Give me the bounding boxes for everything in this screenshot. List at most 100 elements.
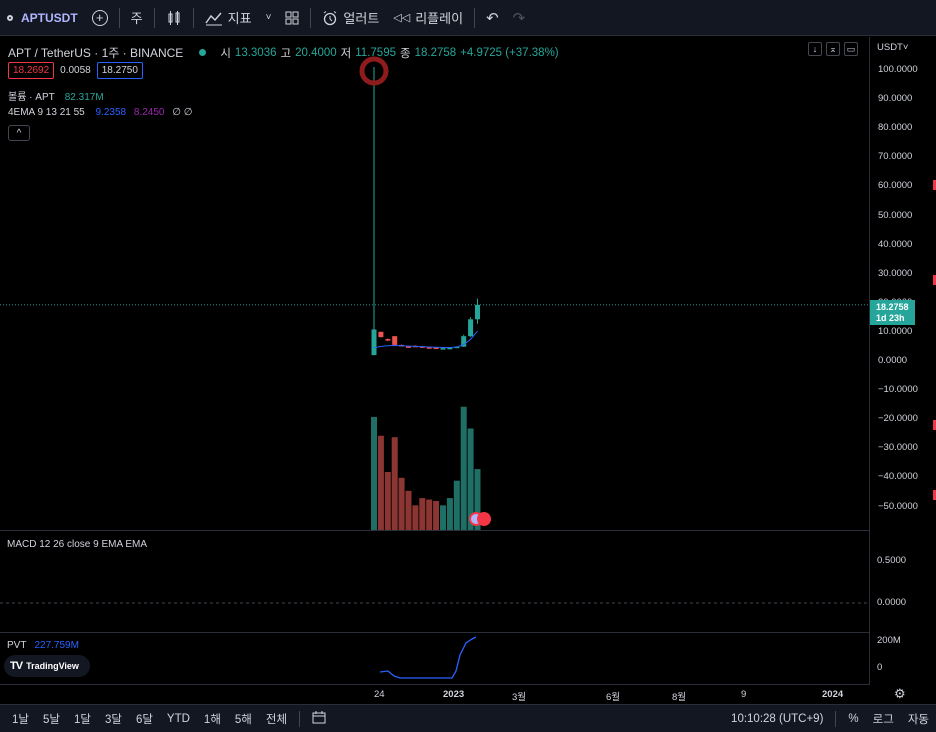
toolbar-divider <box>153 7 155 28</box>
price-axis-tick: 80.0000 <box>878 122 913 134</box>
pvt-plot <box>379 636 477 679</box>
calendar-icon <box>312 711 326 724</box>
indicators-label: 지표 <box>227 11 252 26</box>
log-scale-toggle[interactable]: 로그 <box>866 711 901 727</box>
legend-title: APT / TetherUS · 1주 · BINANCE <box>8 46 184 60</box>
candle-body <box>468 319 474 337</box>
range-all[interactable]: 전체 <box>259 711 294 727</box>
timezone-clock[interactable]: 10:10:28 (UTC+9) <box>724 713 830 725</box>
close-value: 18.2758 <box>414 46 457 59</box>
macd-axis-tick: 0.0000 <box>877 597 907 608</box>
collapse-pane-button[interactable]: ⌅ <box>826 42 840 56</box>
top-toolbar: APTUSDT + 주 지표 ˅ 얼러트 ◁◁ 리플레이 ↶ ↷ <box>0 0 936 36</box>
redo-button[interactable]: ↷ <box>506 0 533 36</box>
maximize-pane-button[interactable]: ▭ <box>844 42 858 56</box>
symbol-icon <box>7 14 13 21</box>
tradingview-logo[interactable]: TV TradingView <box>4 655 90 677</box>
bottombar-divider <box>299 710 301 727</box>
range-3m[interactable]: 3달 <box>98 711 129 727</box>
range-ytd[interactable]: YTD <box>160 713 197 725</box>
goto-date-button[interactable] <box>305 710 333 727</box>
symbol-legend: APT / TetherUS · 1주 · BINANCE 시 13.3036 고… <box>8 44 559 61</box>
layout-button[interactable] <box>278 0 306 36</box>
price-axis-tick: 40.0000 <box>878 238 913 250</box>
chart-type-button[interactable] <box>159 0 189 36</box>
tradingview-wordmark: TradingView <box>26 661 79 671</box>
move-pane-down-button[interactable]: ↓ <box>808 42 822 56</box>
pvt-line <box>379 636 477 679</box>
ema-legend[interactable]: 4EMA 9 13 21 55 9.2358 8.2450 ∅ ∅ <box>8 107 192 118</box>
bid-ask-row: 18.2692 0.0058 18.2750 <box>8 62 143 79</box>
volume-bar <box>426 499 433 530</box>
chevron-up-icon: ^ <box>16 127 22 139</box>
price-axis-tick: 100.0000 <box>878 64 918 75</box>
pane-buttons: ↓ ⌅ ▭ <box>808 42 858 56</box>
undo-button[interactable]: ↶ <box>479 0 506 36</box>
time-tick: 8월 <box>672 692 687 703</box>
bottombar-right: 10:10:28 (UTC+9) % 로그 자동 <box>724 705 936 732</box>
range-5d[interactable]: 5날 <box>36 711 67 727</box>
candle-body <box>385 339 391 341</box>
open-label: 시 <box>220 47 231 60</box>
range-1d[interactable]: 1날 <box>5 711 36 727</box>
last-price-label: 18.2758 1d 23h <box>870 300 915 325</box>
price-axis-tick: −50.0000 <box>878 500 918 512</box>
replay-button[interactable]: ◁◁ 리플레이 <box>386 0 470 36</box>
macd-axis-tick: 0.5000 <box>877 555 907 566</box>
range-6m[interactable]: 6달 <box>129 711 160 727</box>
toolbar-divider <box>310 7 312 28</box>
macd-label[interactable]: MACD 12 26 close 9 EMA EMA <box>7 539 147 550</box>
alert-label: 얼러트 <box>343 11 380 26</box>
buy-button[interactable]: 18.2750 <box>96 62 143 79</box>
time-axis[interactable]: 24 2023 3월 6월 8월 9 2024 <box>0 684 869 704</box>
rewind-icon: ◁◁ <box>393 12 411 24</box>
candle-body <box>371 329 377 356</box>
chart-settings-button[interactable]: ⚙ <box>894 686 906 702</box>
volume-bar <box>446 498 453 530</box>
event-flag-icon <box>477 512 491 526</box>
currency-selector[interactable]: USDT˅ <box>877 42 908 53</box>
indicators-button[interactable]: 지표 <box>198 0 259 36</box>
volume-bar <box>391 437 398 530</box>
range-5y[interactable]: 5해 <box>228 711 259 727</box>
range-1m[interactable]: 1달 <box>67 711 98 727</box>
volume-bar <box>460 406 467 530</box>
volume-value: 82.317M <box>64 92 104 103</box>
sell-button[interactable]: 18.2692 <box>8 62 55 79</box>
pvt-legend[interactable]: PVT 227.759M <box>7 640 79 651</box>
price-axis-tick: 90.0000 <box>878 93 913 105</box>
pvt-pane[interactable] <box>0 632 869 684</box>
templates-dropdown[interactable]: ˅ <box>259 0 279 36</box>
pvt-value: 227.759M <box>34 640 79 651</box>
time-tick: 2023 <box>443 689 465 700</box>
time-tick: 2024 <box>822 689 844 700</box>
last-price-value: 18.2758 <box>876 302 909 312</box>
gear-icon: ⚙ <box>894 686 906 701</box>
auto-scale-toggle[interactable]: 자동 <box>901 711 936 727</box>
time-tick: 3월 <box>512 692 527 703</box>
volume-legend[interactable]: 볼륨 · APT 82.317M <box>8 88 104 103</box>
range-1y[interactable]: 1해 <box>197 711 228 727</box>
low-label: 저 <box>340 47 352 60</box>
pvt-label: PVT <box>7 640 27 651</box>
price-axis-tick: 30.0000 <box>878 267 913 279</box>
volume-bar <box>398 477 405 530</box>
symbol-search[interactable]: APTUSDT <box>0 0 85 36</box>
arrow-down-icon: ↓ <box>812 44 818 54</box>
percent-scale-toggle[interactable]: % <box>841 713 865 725</box>
alert-button[interactable]: 얼러트 <box>315 0 386 36</box>
volume-bar <box>412 505 419 530</box>
price-axis-tick: 10.0000 <box>878 325 913 337</box>
bottombar-divider <box>835 711 837 727</box>
compare-button[interactable]: + <box>85 0 115 36</box>
interval-button[interactable]: 주 <box>124 0 150 36</box>
plus-circle-icon: + <box>91 9 108 26</box>
collapse-legend-button[interactable]: ^ <box>8 125 30 141</box>
price-axis[interactable]: 100.0000 90.0000 80.0000 70.0000 60.0000 50.0… <box>869 37 936 685</box>
candles-icon <box>168 10 180 25</box>
price-axis-tick: −40.0000 <box>878 471 918 483</box>
close-label: 종 <box>399 47 411 60</box>
bottom-toolbar: 1날 5날 1달 3달 6달 YTD 1해 5해 전체 10:10:28 (UT… <box>0 704 936 732</box>
candle-body <box>447 347 453 350</box>
volume-bar <box>453 480 460 530</box>
